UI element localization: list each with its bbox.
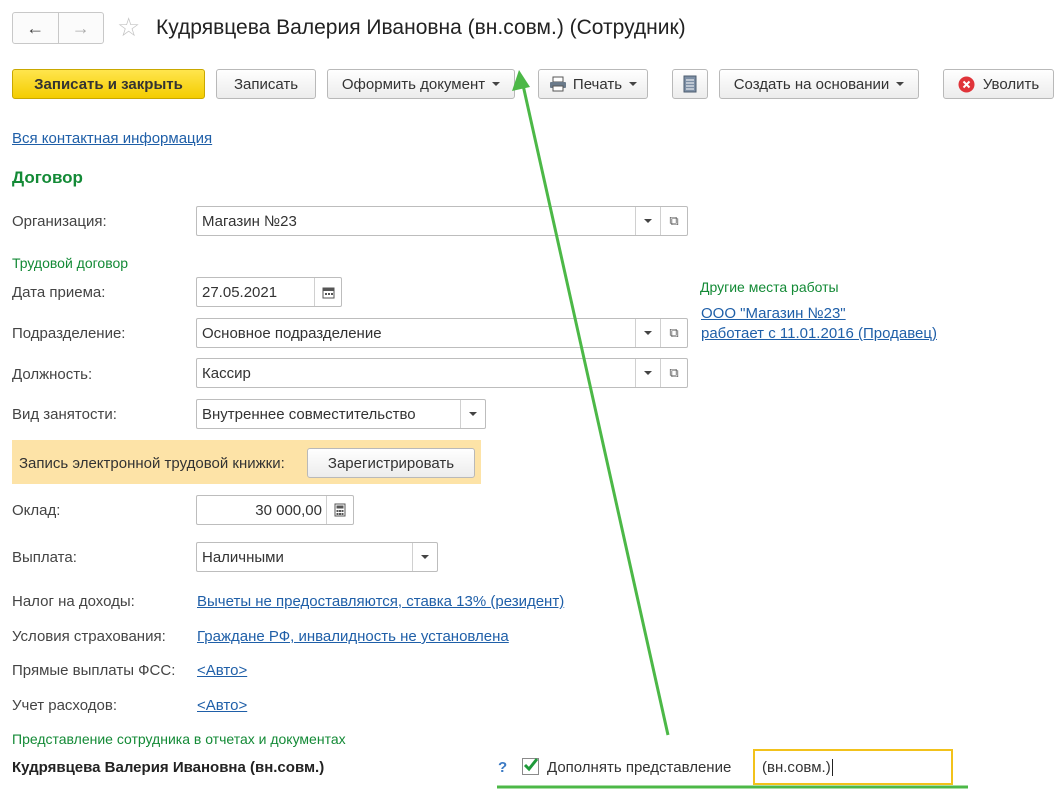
nav-buttons: ← →	[12, 12, 104, 44]
department-value: Основное подразделение	[202, 324, 382, 342]
help-icon[interactable]: ?	[498, 759, 507, 776]
chevron-down-icon	[421, 555, 429, 559]
expenses-label: Учет расходов:	[12, 697, 117, 714]
chevron-down-icon	[644, 371, 652, 375]
insurance-link[interactable]: Граждане РФ, инвалидность не установлена	[197, 628, 509, 645]
open-icon[interactable]: ⧉	[660, 207, 687, 235]
print-button[interactable]: Печать	[538, 69, 648, 99]
back-button[interactable]: ←	[13, 13, 58, 43]
contact-info-link[interactable]: Вся контактная информация	[12, 130, 212, 147]
forward-button[interactable]: →	[57, 13, 104, 43]
fss-link[interactable]: <Авто>	[197, 662, 247, 679]
payment-value: Наличными	[202, 548, 284, 566]
chevron-down-icon	[469, 412, 477, 416]
organization-label: Организация:	[12, 213, 107, 230]
chevron-down-icon	[492, 82, 501, 86]
annotation-arrow-line	[521, 84, 670, 736]
insurance-label: Условия страхования:	[12, 628, 166, 645]
open-icon[interactable]: ⧉	[660, 359, 687, 387]
window-title: Кудрявцева Валерия Ивановна (вн.совм.) (…	[156, 16, 686, 39]
payment-dropdown[interactable]	[412, 543, 437, 571]
create-based-label: Создать на основании	[733, 75, 890, 93]
save-and-close-label: Записать и закрыть	[34, 75, 183, 93]
calendar-icon[interactable]	[314, 278, 341, 306]
calendar-glyph	[322, 287, 334, 298]
representation-suffix-value: (вн.совм.)	[762, 758, 831, 776]
star-icon[interactable]: ☆	[117, 13, 140, 41]
fss-label: Прямые выплаты ФСС:	[12, 662, 176, 679]
append-representation-label: Дополнять представление	[547, 759, 732, 776]
dismiss-label: Уволить	[982, 75, 1040, 93]
save-and-close-button[interactable]: Записать и закрыть	[12, 69, 205, 99]
dismiss-button[interactable]: Уволить	[943, 69, 1054, 99]
open-icon[interactable]: ⧉	[660, 319, 687, 347]
position-value: Кассир	[202, 364, 251, 382]
checkmark-icon	[523, 758, 539, 772]
hire-date-field[interactable]: 27.05.2021	[196, 277, 342, 307]
create-based-on-button[interactable]: Создать на основании	[719, 69, 919, 99]
report-button[interactable]	[672, 69, 708, 99]
chevron-down-icon	[644, 219, 652, 223]
organization-dropdown[interactable]	[635, 207, 660, 235]
employment-type-value: Внутреннее совместительство	[202, 405, 416, 423]
append-representation-checkbox[interactable]	[522, 758, 539, 775]
chevron-down-icon	[644, 331, 652, 335]
position-field[interactable]: Кассир ⧉	[196, 358, 688, 388]
department-dropdown[interactable]	[635, 319, 660, 347]
make-document-button[interactable]: Оформить документ	[327, 69, 515, 99]
other-jobs-heading: Другие места работы	[700, 279, 839, 295]
position-label: Должность:	[12, 366, 93, 383]
employment-type-label: Вид занятости:	[12, 406, 117, 423]
etk-label: Запись электронной трудовой книжки:	[19, 455, 285, 472]
arrow-left-icon: ←	[26, 17, 45, 38]
organization-field[interactable]: Магазин №23 ⧉	[196, 206, 688, 236]
print-label: Печать	[572, 75, 623, 93]
text-cursor	[831, 758, 833, 776]
salary-field[interactable]: 30 000,00	[196, 495, 354, 525]
salary-value: 30 000,00	[255, 501, 322, 519]
employment-type-field[interactable]: Внутреннее совместительство	[196, 399, 486, 429]
tax-link[interactable]: Вычеты не предоставляются, ставка 13% (р…	[197, 593, 564, 610]
register-button[interactable]: Зарегистрировать	[307, 448, 475, 478]
calculator-glyph	[334, 503, 346, 517]
close-circle-icon	[958, 76, 975, 92]
department-field[interactable]: Основное подразделение ⧉	[196, 318, 688, 348]
employment-type-dropdown[interactable]	[460, 400, 485, 428]
position-dropdown[interactable]	[635, 359, 660, 387]
arrow-right-icon: →	[71, 17, 90, 38]
calculator-icon[interactable]	[326, 496, 353, 524]
hire-date-label: Дата приема:	[12, 284, 106, 301]
other-job-link-period[interactable]: работает с 11.01.2016 (Продавец)	[701, 325, 937, 342]
tax-label: Налог на доходы:	[12, 593, 135, 610]
save-button[interactable]: Записать	[216, 69, 316, 99]
make-document-label: Оформить документ	[341, 75, 486, 93]
representation-suffix-input[interactable]: (вн.совм.)	[753, 749, 953, 785]
other-job-link-org[interactable]: ООО "Магазин №23"	[701, 305, 846, 322]
department-label: Подразделение:	[12, 325, 126, 342]
report-list-icon	[683, 75, 697, 93]
payment-label: Выплата:	[12, 549, 77, 566]
labor-contract-heading: Трудовой договор	[12, 255, 129, 271]
register-label: Зарегистрировать	[327, 454, 455, 472]
representation-name: Кудрявцева Валерия Ивановна (вн.совм.)	[12, 759, 325, 776]
contract-heading: Договор	[12, 168, 83, 187]
save-label: Записать	[233, 75, 299, 93]
printer-icon	[549, 76, 566, 92]
chevron-down-icon	[896, 82, 905, 86]
payment-field[interactable]: Наличными	[196, 542, 438, 572]
hire-date-value: 27.05.2021	[202, 283, 278, 301]
representation-heading: Представление сотрудника в отчетах и док…	[12, 731, 346, 747]
salary-label: Оклад:	[12, 502, 61, 519]
organization-value: Магазин №23	[202, 212, 297, 230]
expenses-link[interactable]: <Авто>	[197, 697, 247, 714]
chevron-down-icon	[629, 82, 638, 86]
